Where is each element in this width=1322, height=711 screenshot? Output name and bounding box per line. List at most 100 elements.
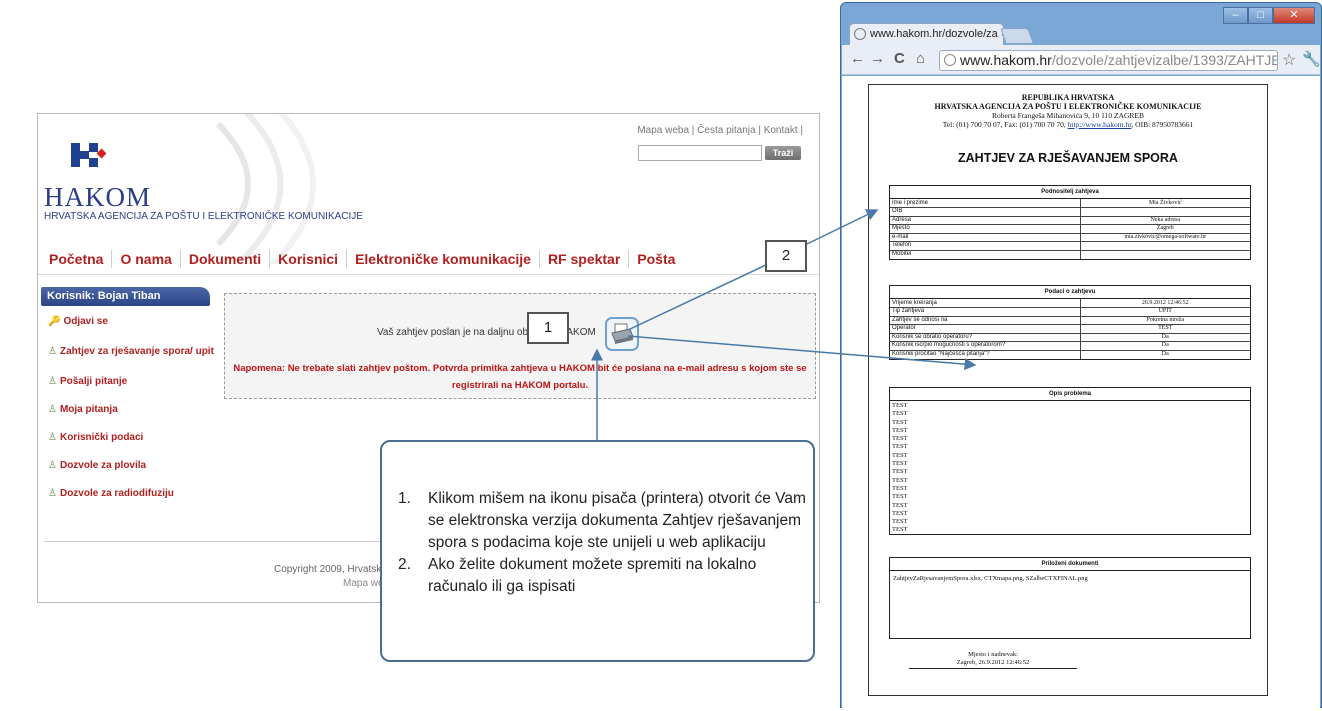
field-label: Ime i prezime bbox=[890, 199, 1081, 208]
table-row: OIB bbox=[890, 207, 1250, 216]
user-icon: ♙ bbox=[48, 488, 57, 499]
section-title: Podnositelj zahtjeva bbox=[890, 186, 1250, 199]
table-row: e-mail mia.zivkovic@omega-software.hr bbox=[890, 232, 1250, 242]
user-icon: ♙ bbox=[48, 346, 57, 357]
tab-title: www.hakom.hr/dozvole/za bbox=[870, 28, 998, 40]
browser-tab[interactable]: www.hakom.hr/dozvole/za × bbox=[849, 23, 1004, 45]
reload-icon[interactable]: C bbox=[894, 50, 905, 67]
sidebar-item-broadcast-permits[interactable]: ♙ Dozvole za radiodifuziju bbox=[48, 488, 174, 499]
nav-korisnici[interactable]: Korisnici bbox=[270, 250, 348, 268]
print-button[interactable] bbox=[605, 317, 639, 351]
page-icon bbox=[944, 54, 956, 66]
forward-icon[interactable]: → bbox=[870, 50, 885, 67]
table-row: Korisnik pročitao "Najčešća pitanja"? Da bbox=[890, 349, 1250, 359]
header-address: Roberta Frangeša Mihanovića 9, 10 110 ZA… bbox=[992, 111, 1144, 120]
new-tab-button[interactable] bbox=[1000, 28, 1034, 44]
field-value: Da bbox=[1080, 341, 1250, 350]
field-label: Telefon bbox=[890, 241, 1081, 250]
address-bar[interactable]: www.hakom.hr/dozvole/zahtjevizalbe/1393/… bbox=[939, 50, 1278, 71]
logo-subtitle: HRVATSKA AGENCIJA ZA POŠTU I ELEKTRONIČK… bbox=[44, 211, 363, 222]
field-value: mia.zivkovic@omega-software.hr bbox=[1080, 232, 1250, 242]
field-value: Da bbox=[1080, 332, 1250, 342]
notice-warning: Napomena: Ne trebate slati zahtjev pošto… bbox=[233, 363, 807, 391]
back-icon[interactable]: ← bbox=[850, 50, 865, 67]
problem-line: TEST bbox=[892, 460, 908, 468]
header-website-link[interactable]: http://www.hakom.hr bbox=[1068, 120, 1132, 129]
field-label: Adresa bbox=[890, 215, 1081, 225]
place-and-date: Mjesto i nadnevak: Zagreb, 26.9.2012 12:… bbox=[909, 651, 1077, 669]
problem-line: TEST bbox=[892, 509, 908, 517]
field-label: Mobitel bbox=[890, 249, 1081, 259]
footer-site-map-link[interactable]: Mapa we bbox=[343, 578, 384, 589]
search-input[interactable] bbox=[638, 145, 762, 161]
nav-pocetna[interactable]: Početna bbox=[41, 250, 113, 268]
logo-text: HAKOM bbox=[44, 182, 152, 212]
minimize-icon[interactable]: – bbox=[1223, 7, 1248, 24]
close-icon[interactable]: ✕ bbox=[1273, 7, 1315, 24]
sidebar-item-user-data[interactable]: ♙ Korisnički podaci bbox=[48, 432, 143, 443]
sidebar-item-send-question[interactable]: ♙ Pošalji pitanje bbox=[48, 376, 127, 387]
sidebar-item-logout[interactable]: 🔑 Odjavi se bbox=[48, 316, 108, 327]
applicant-section: Podnositelj zahtjeva Ime i prezime Mia Ži… bbox=[889, 185, 1251, 260]
problem-line: TEST bbox=[892, 468, 908, 476]
problem-line: TEST bbox=[892, 426, 908, 434]
nav-o-nama[interactable]: O nama bbox=[112, 250, 181, 268]
problem-text: TEST TEST TEST TEST TEST TEST TEST TEST TEST TEST… bbox=[890, 401, 1250, 536]
header-republic: REPUBLIKA HRVATSKA bbox=[1021, 93, 1115, 102]
sidebar-item-my-questions[interactable]: ♙ Moja pitanja bbox=[48, 404, 118, 415]
item-text: Ako želite dokument možete spremiti na l… bbox=[428, 556, 757, 595]
problem-line: TEST bbox=[892, 418, 908, 426]
maximize-icon[interactable]: □ bbox=[1248, 7, 1273, 24]
table-row: Ime i prezime Mia Živković bbox=[890, 199, 1250, 208]
callout-number-2: 2 bbox=[765, 240, 807, 272]
field-value bbox=[1080, 241, 1250, 250]
hakom-logo-icon bbox=[71, 143, 107, 167]
browser-window: www.hakom.hr/dozvole/za × – □ ✕ ← → C ⌂ … bbox=[840, 2, 1322, 708]
sidebar-item-dispute-request[interactable]: ♙ Zahtjev za rješavanje spora/ upit bbox=[48, 346, 214, 357]
field-value: 26.9.2012 12:46:52 bbox=[1141, 299, 1189, 306]
document-header: REPUBLIKA HRVATSKA HRVATSKA AGENCIJA ZA … bbox=[869, 93, 1267, 129]
field-value: Zagreb bbox=[1080, 224, 1250, 233]
header-agency: HRVATSKA AGENCIJA ZA POŠTU I ELEKTRONIČK… bbox=[934, 102, 1202, 111]
main-nav: Početna O nama Dokumenti Korisnici Elekt… bbox=[41, 249, 683, 269]
wrench-icon[interactable]: 🔧 bbox=[1302, 50, 1321, 68]
field-value bbox=[1080, 249, 1250, 259]
instructions-list: 1. Klikom mišem na ikonu pisača (printera… bbox=[398, 488, 808, 598]
url-path: /dozvole/zahtjevizalbe/1393/ZAHTJEVZAL bbox=[1051, 52, 1277, 68]
nav-rf-spektar[interactable]: RF spektar bbox=[540, 250, 630, 268]
problem-line: TEST bbox=[892, 410, 908, 418]
item-number: 2. bbox=[398, 556, 411, 573]
field-label: Operator bbox=[890, 324, 1081, 333]
table-row: Mjesto Zagreb bbox=[890, 224, 1250, 233]
attachments-section: Priloženi dokumenti ZahtjevZaRjesavanjem… bbox=[889, 557, 1251, 639]
field-label: Tip zahtjeva bbox=[890, 307, 1081, 316]
nav-posta[interactable]: Pošta bbox=[629, 250, 683, 268]
sidebar-item-label: Pošalji pitanje bbox=[59, 376, 128, 387]
sidebar-item-vessel-permits[interactable]: ♙ Dozvole za plovila bbox=[48, 460, 146, 471]
user-icon: ♙ bbox=[48, 404, 57, 415]
field-value bbox=[1080, 207, 1250, 216]
bookmark-star-icon[interactable]: ☆ bbox=[1282, 50, 1296, 70]
nav-dokumenti[interactable]: Dokumenti bbox=[181, 250, 271, 268]
applicant-table: Ime i prezime Mia Živković OIB Adresa Neka a… bbox=[890, 199, 1250, 259]
instruction-item-2: 2. Ako želite dokument možete spremiti na… bbox=[398, 554, 808, 598]
browser-content: REPUBLIKA HRVATSKA HRVATSKA AGENCIJA ZA … bbox=[842, 76, 1320, 708]
user-icon: ♙ bbox=[48, 460, 57, 471]
top-links[interactable]: Mapa weba | Česta pitanja | Kontakt | bbox=[637, 125, 803, 136]
user-icon: ♙ bbox=[48, 376, 57, 387]
callout-number-1: 1 bbox=[527, 312, 569, 344]
table-row: Tip zahtjeva UPIT bbox=[890, 307, 1250, 316]
table-row: Telefon bbox=[890, 241, 1250, 250]
problem-line: TEST bbox=[892, 402, 908, 409]
field-label: Zahtjev se odnosi na bbox=[890, 315, 1081, 325]
copyright-text: Copyright 2009, Hrvatska bbox=[274, 564, 387, 575]
section-title: Podaci o zahtjevu bbox=[890, 286, 1250, 299]
nav-elektronicke-komunikacije[interactable]: Elektroničke komunikacije bbox=[347, 250, 540, 268]
home-icon[interactable]: ⌂ bbox=[916, 50, 925, 67]
search-button[interactable]: Traži bbox=[765, 146, 801, 160]
submission-notice: Vaš zahtjev poslan je na daljnu obradu u… bbox=[224, 293, 816, 399]
user-icon: ♙ bbox=[48, 432, 57, 443]
browser-toolbar: ← → C ⌂ www.hakom.hr/dozvole/zahtjevizal… bbox=[842, 45, 1321, 75]
header-phone: Tel: (01) 700 70 07, Fax: (01) 700 70 70… bbox=[942, 120, 1066, 129]
section-title: Opis problema bbox=[890, 388, 1250, 401]
